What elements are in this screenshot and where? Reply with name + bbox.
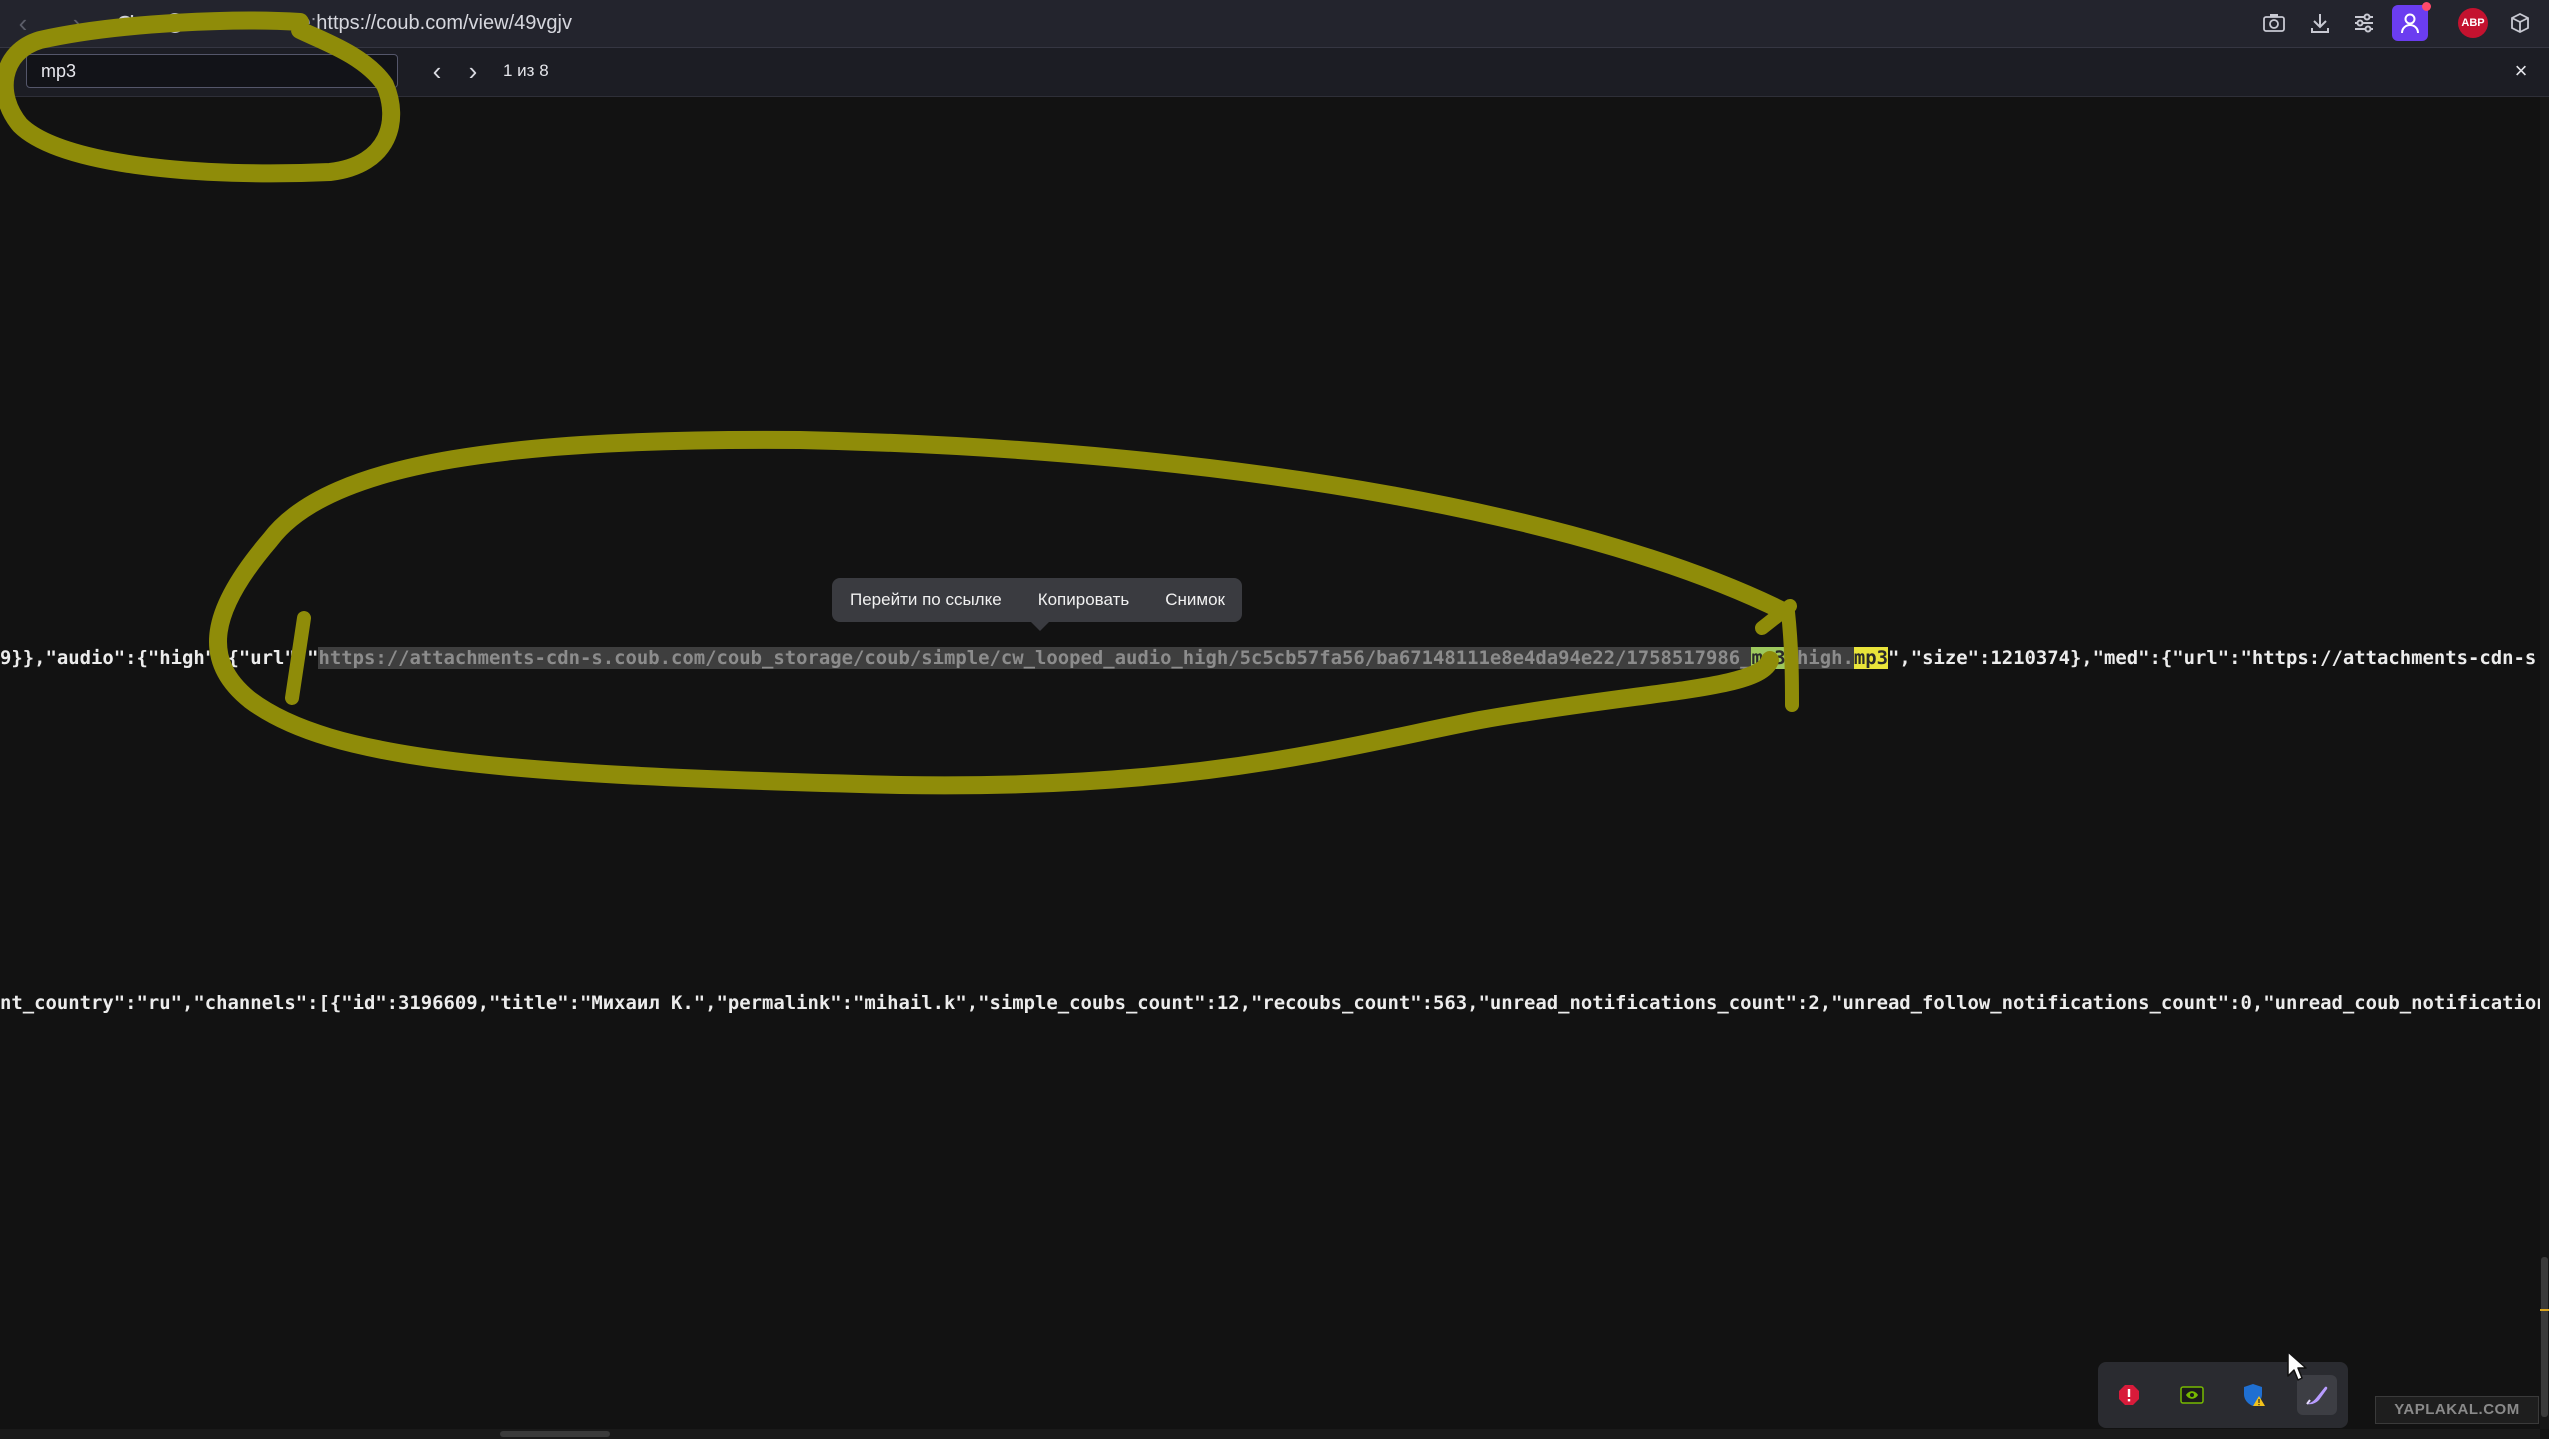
horizontal-scrollbar[interactable] [0,1429,2540,1439]
vertical-scrollbar[interactable] [2540,97,2549,1429]
find-match: mp3 [1853,647,1888,669]
address-bar[interactable]: view-source:https://coub.com/view/49vgjv [204,4,572,42]
nvidia-icon[interactable] [2172,1375,2212,1415]
find-match-current: mp3 [1751,647,1786,669]
selected-url[interactable]: https://attachments-cdn-s.coub.com/coub_… [318,647,1752,669]
defender-warning-icon[interactable] [2234,1375,2274,1415]
notification-dot [2422,2,2431,11]
selected-url-tail[interactable]: -high. [1785,647,1854,669]
system-tray-overflow [2098,1362,2348,1428]
adblock-icon[interactable]: ABP [2458,8,2488,38]
source-line-channels: nt_country":"ru","channels":[{"id":31966… [0,992,2540,1014]
copy-button[interactable]: Копировать [1020,578,1148,622]
download-icon[interactable] [2302,5,2338,41]
url-text: https://coub.com/view/49vgjv [316,12,572,34]
popup-pointer [1031,622,1049,631]
source-line-audio: 9}},"audio":{"high":{"url":"https://atta… [0,645,2540,671]
screenshot-icon[interactable] [2256,5,2292,41]
find-next-icon[interactable]: › [456,54,490,88]
find-bar: ‹ › 1 из 8 × [0,48,2549,97]
security-alert-icon[interactable] [2109,1375,2149,1415]
site-info-icon[interactable] [158,6,192,40]
forward-icon[interactable]: › [60,6,94,40]
find-match-marker [2540,1309,2549,1311]
back-icon[interactable]: ‹ [6,6,40,40]
easy-setup-icon[interactable] [2346,5,2382,41]
mouse-cursor-icon [2287,1351,2307,1381]
extensions-icon[interactable] [2502,5,2538,41]
source-text: 9}},"audio":{"high":{"url":" [0,647,319,669]
find-previous-icon[interactable]: ‹ [420,54,454,88]
open-link-button[interactable]: Перейти по ссылке [832,578,1020,622]
reload-icon[interactable] [108,6,142,40]
find-close-icon[interactable]: × [2504,54,2538,88]
hand-drawn-annotations [0,11,1799,795]
profile-icon[interactable] [2392,2,2431,41]
browser-toolbar: ‹ › view-source:https://coub.com/view/49… [0,0,2549,48]
scrollbar-thumb[interactable] [500,1431,610,1437]
selection-context-popup: Перейти по ссылке Копировать Снимок [832,578,1242,622]
find-match-counter: 1 из 8 [503,61,549,80]
watermark: YAPLAKAL.COM [2375,1396,2539,1424]
find-input[interactable] [26,54,398,88]
url-scheme: view-source: [204,12,317,34]
snapshot-button[interactable]: Снимок [1147,578,1243,622]
source-text: ","size":1210374},"med":{"url":"https://… [1887,647,2540,669]
scrollbar-thumb[interactable] [2541,1257,2548,1417]
